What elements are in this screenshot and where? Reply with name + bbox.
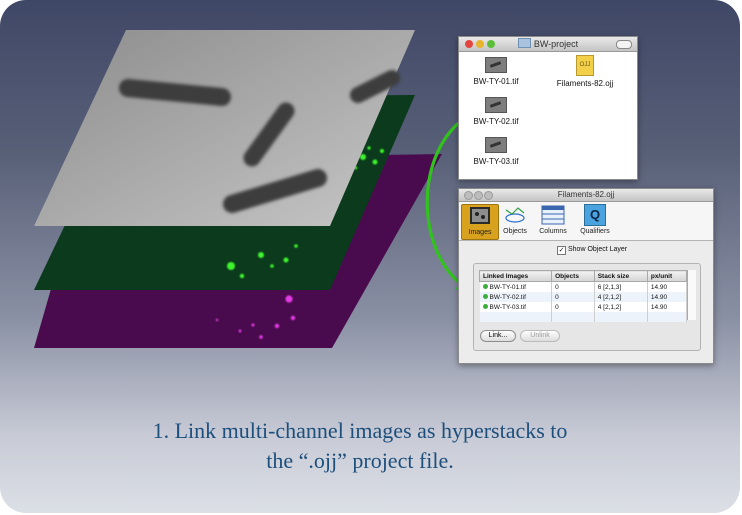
table-row[interactable]: BW-TY-03.tif 0 4 [2,1,2] 14.90 [479, 302, 688, 312]
file-name: BW-TY-02.tif [473, 117, 519, 126]
show-object-layer-checkbox[interactable]: ✓ Show Object Layer [557, 246, 627, 255]
linked-status-icon [482, 293, 488, 299]
finder-titlebar: BW-project [459, 37, 637, 52]
link-button[interactable]: Link... [480, 330, 516, 342]
linked-images-table: Linked Images Objects Stack size px/unit… [478, 270, 688, 322]
linked-status-icon [482, 283, 488, 289]
file-name: BW-TY-01.tif [473, 77, 519, 86]
tab-columns[interactable]: Columns [535, 204, 571, 235]
columns-icon [541, 204, 565, 226]
zoom-window-button[interactable] [484, 191, 493, 200]
tab-objects[interactable]: Objects [497, 204, 533, 235]
file-item-bw-ty-03[interactable]: BW-TY-03.tif [471, 137, 521, 166]
unlink-button[interactable]: Unlink [520, 330, 560, 342]
checkbox-icon: ✓ [557, 246, 566, 255]
caption: 1. Link multi-channel images as hypersta… [60, 416, 660, 476]
linked-images-panel: Linked Images Objects Stack size px/unit… [473, 263, 701, 351]
toolbar-toggle-button[interactable] [616, 40, 632, 49]
file-item-bw-ty-01[interactable]: BW-TY-01.tif [471, 57, 521, 86]
image-file-icon [485, 57, 507, 73]
minimize-window-button[interactable] [476, 40, 484, 48]
image-file-icon [485, 97, 507, 113]
project-titlebar: Filaments-82.ojj [459, 189, 713, 202]
file-item-bw-ty-02[interactable]: BW-TY-02.tif [471, 97, 521, 126]
project-toolbar: Images Objects Columns Q Qualifiers [459, 202, 713, 241]
table-row[interactable]: BW-TY-02.tif 0 4 [2,1,2] 14.90 [479, 292, 688, 302]
column-header-stack-size[interactable]: Stack size [593, 270, 648, 282]
folder-icon [517, 38, 531, 48]
close-window-button[interactable] [464, 191, 473, 200]
column-header-px-unit[interactable]: px/unit [646, 270, 688, 282]
caption-line-2: the “.ojj” project file. [266, 448, 454, 473]
table-scrollbar[interactable] [687, 270, 696, 320]
tab-qualifiers[interactable]: Q Qualifiers [577, 204, 613, 235]
table-row-empty [479, 312, 688, 322]
file-name: Filaments-82.ojj [556, 79, 614, 88]
file-item-filaments-ojj[interactable]: OJJ Filaments-82.ojj [545, 55, 625, 88]
finder-window: BW-project BW-TY-01.tif OJJ Filaments-82… [458, 36, 638, 180]
column-header-objects[interactable]: Objects [551, 270, 595, 282]
tab-images[interactable]: Images [461, 204, 499, 240]
ojj-document-icon: OJJ [576, 55, 594, 76]
linked-status-icon [482, 303, 488, 309]
image-file-icon [485, 137, 507, 153]
qualifiers-icon: Q [584, 204, 606, 226]
zoom-window-button[interactable] [487, 40, 495, 48]
file-name: BW-TY-03.tif [473, 157, 519, 166]
close-window-button[interactable] [465, 40, 473, 48]
caption-line-1: 1. Link multi-channel images as hypersta… [152, 418, 568, 443]
project-window: Filaments-82.ojj Images Objects Columns [458, 188, 714, 364]
objects-icon [503, 204, 527, 226]
slide-background: BW-project BW-TY-01.tif OJJ Filaments-82… [0, 0, 740, 513]
project-title: Filaments-82.ojj [557, 190, 615, 199]
finder-title: BW-project [533, 39, 579, 49]
images-icon [468, 205, 492, 227]
column-header-linked-images[interactable]: Linked Images [478, 270, 553, 282]
minimize-window-button[interactable] [474, 191, 483, 200]
table-row[interactable]: BW-TY-01.tif 0 6 [2,1,3] 14.90 [479, 281, 688, 292]
